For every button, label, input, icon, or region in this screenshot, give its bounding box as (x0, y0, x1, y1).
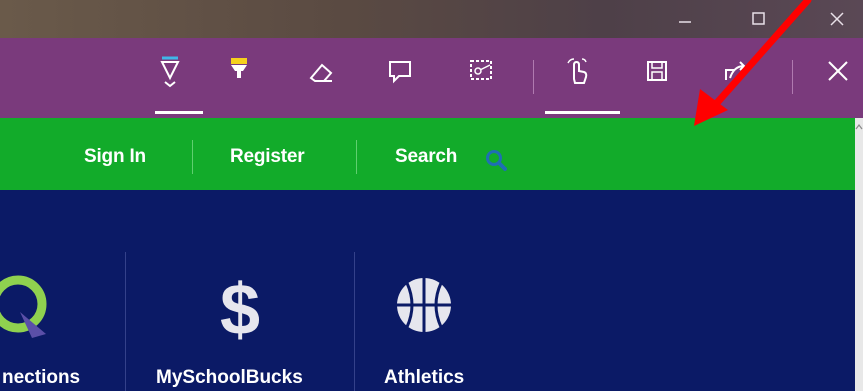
red-arrow-annotation (694, 0, 812, 126)
